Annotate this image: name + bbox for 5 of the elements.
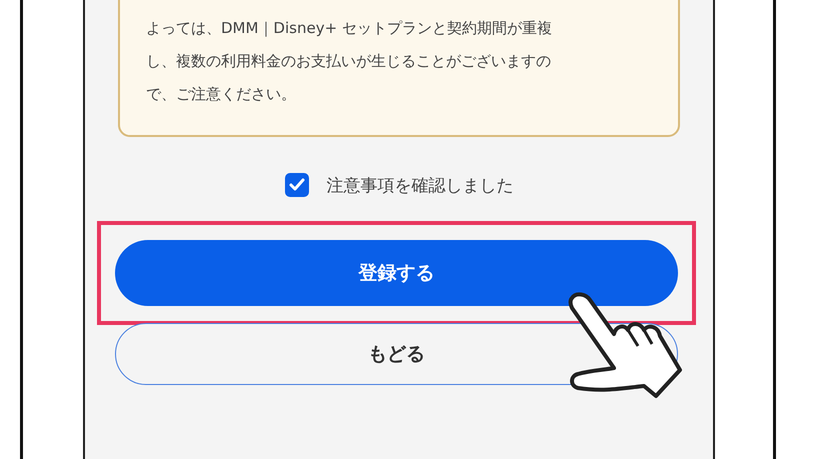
checkbox[interactable] <box>284 173 308 197</box>
register-button[interactable]: 登録する <box>115 240 678 306</box>
notice-text: よっては、DMM｜Disney+ セットプランと契約期間が重複し、複数の利用料金のお支払いが生じることがございますので、ご注意ください。 <box>146 18 553 105</box>
checkbox-label[interactable]: 注意事項を確認しました <box>326 174 514 196</box>
checkmark-icon <box>288 178 304 192</box>
